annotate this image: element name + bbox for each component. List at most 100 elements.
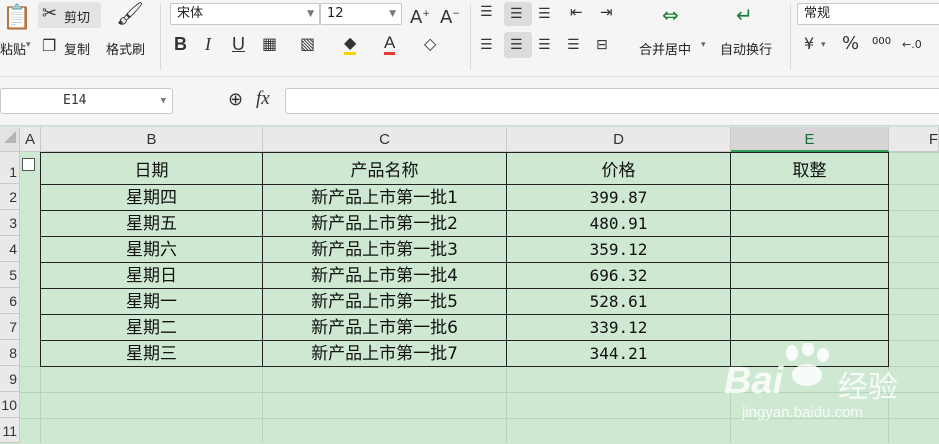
select-all-triangle-icon	[4, 131, 16, 143]
row-header[interactable]: 6	[0, 288, 20, 314]
data-cell[interactable]: 星期一	[41, 289, 262, 315]
name-box[interactable]: E14 ▼	[0, 88, 173, 114]
format-painter-icon[interactable]: 🖌	[116, 4, 144, 26]
data-cell[interactable]: 星期五	[41, 211, 262, 237]
data-cell[interactable]: 新产品上市第一批7	[263, 341, 506, 367]
thousands-separator-icon[interactable]: 000	[872, 36, 891, 47]
column-header-f[interactable]: F	[889, 127, 939, 152]
header-cell-date[interactable]: 日期	[41, 158, 262, 184]
data-cell[interactable]: 359.12	[507, 237, 730, 263]
column-header-c[interactable]: C	[263, 127, 507, 152]
merge-dropdown-icon[interactable]: ▾	[701, 40, 706, 50]
merge-cells-icon[interactable]: ⇔	[662, 5, 679, 25]
fill-pattern-icon[interactable]: ▧	[300, 35, 315, 53]
data-cell[interactable]: 339.12	[507, 315, 730, 341]
data-cell[interactable]: 星期三	[41, 341, 262, 367]
copy-button[interactable]: 复制	[64, 39, 90, 58]
data-cell[interactable]: 新产品上市第一批5	[263, 289, 506, 315]
cut-label: 剪切	[64, 11, 91, 26]
bold-icon[interactable]: B	[174, 35, 187, 53]
gridline	[888, 340, 939, 341]
row-header[interactable]: 8	[0, 340, 20, 366]
wrap-text-icon[interactable]: ↵	[736, 5, 753, 25]
header-cell-price[interactable]: 价格	[507, 158, 730, 184]
font-size-value: 12	[327, 6, 344, 21]
row-header[interactable]: 3	[0, 210, 20, 236]
gridline	[888, 210, 939, 211]
column-header-b[interactable]: B	[41, 127, 263, 152]
data-cell[interactable]: 新产品上市第一批6	[263, 315, 506, 341]
data-cell[interactable]: 696.32	[507, 263, 730, 289]
paste-dropdown-icon[interactable]: ▾	[26, 40, 31, 50]
decrease-font-icon[interactable]: A−	[440, 5, 460, 27]
data-cell[interactable]: 新产品上市第一批4	[263, 263, 506, 289]
data-cell[interactable]: 星期日	[41, 263, 262, 289]
row-header[interactable]: 5	[0, 262, 20, 288]
align-bottom-icon[interactable]: ☰	[538, 5, 551, 23]
row-header[interactable]: 7	[0, 314, 20, 340]
formula-input[interactable]	[285, 88, 939, 114]
italic-icon[interactable]: I	[205, 35, 211, 53]
chevron-down-icon: ▼	[389, 9, 396, 19]
data-cell[interactable]: 新产品上市第一批1	[263, 185, 506, 211]
align-center-icon: ☰	[510, 37, 523, 53]
header-cell-round[interactable]: 取整	[731, 158, 888, 184]
align-right-icon[interactable]: ☰	[538, 36, 551, 54]
indent-increase-icon[interactable]: ⇥	[600, 3, 613, 21]
increase-font-icon[interactable]: A+	[410, 5, 430, 27]
font-size-select[interactable]: 12 ▼	[320, 3, 402, 25]
wrap-text-button[interactable]: 自动换行	[720, 39, 772, 58]
format-painter-button[interactable]: 格式刷	[106, 39, 145, 58]
row-header[interactable]: 10	[0, 392, 20, 418]
gridline	[888, 236, 939, 237]
clear-format-icon[interactable]: ◇	[424, 35, 436, 53]
merge-center-button[interactable]: 合并居中	[639, 39, 691, 58]
data-cell[interactable]: 528.61	[507, 289, 730, 315]
table-border	[888, 152, 889, 367]
number-format-value: 常规	[804, 6, 831, 21]
justify-icon[interactable]: ☰	[567, 36, 580, 54]
data-cell[interactable]: 星期二	[41, 315, 262, 341]
header-cell-product[interactable]: 产品名称	[263, 158, 506, 184]
ribbon-toolbar: 📋 粘贴 ▾ ✂ 剪切 ❐ 复制 🖌 格式刷 宋体 ▼ 12 ▼ A+ A− B…	[0, 0, 939, 77]
row-header[interactable]: 9	[0, 366, 20, 392]
data-cell[interactable]: 399.87	[507, 185, 730, 211]
row-header[interactable]: 11	[0, 418, 20, 443]
font-color-icon[interactable]: A	[384, 34, 396, 55]
row-header[interactable]: 2	[0, 184, 20, 210]
currency-dropdown-icon[interactable]: ▾	[821, 40, 826, 50]
indent-decrease-icon[interactable]: ⇤	[570, 3, 583, 21]
divider	[470, 4, 471, 70]
column-header-e[interactable]: E	[731, 127, 889, 152]
copy-icon[interactable]: ❐	[42, 37, 56, 55]
row-header[interactable]: 1	[0, 152, 20, 184]
data-cell[interactable]: 新产品上市第一批2	[263, 211, 506, 237]
increase-decimal-icon[interactable]: ←.0	[902, 36, 922, 54]
column-header-d[interactable]: D	[507, 127, 731, 152]
currency-icon[interactable]: ¥	[804, 35, 814, 53]
row-header[interactable]: 4	[0, 236, 20, 262]
table-border	[730, 152, 731, 367]
gridline	[888, 184, 939, 185]
underline-icon[interactable]: U	[232, 35, 245, 53]
fx-icon[interactable]: fx	[256, 89, 270, 108]
align-left-icon[interactable]: ☰	[480, 36, 493, 54]
paste-button[interactable]: 粘贴	[0, 39, 26, 58]
percent-icon[interactable]: %	[842, 35, 859, 53]
zoom-icon[interactable]: ⊕	[228, 91, 243, 109]
data-cell[interactable]: 星期四	[41, 185, 262, 211]
font-name-select[interactable]: 宋体 ▼	[170, 3, 320, 25]
distributed-icon[interactable]: ⊟	[596, 36, 608, 54]
data-cell[interactable]: 480.91	[507, 211, 730, 237]
data-cell[interactable]: 星期六	[41, 237, 262, 263]
column-header-a[interactable]: A	[20, 127, 41, 152]
gridline	[506, 366, 507, 443]
fill-color-icon[interactable]: ◆	[344, 34, 357, 55]
row-checkbox[interactable]	[22, 158, 35, 171]
border-icon[interactable]: ▦	[262, 35, 277, 53]
align-top-icon[interactable]: ☰	[480, 3, 493, 21]
number-format-select[interactable]: 常规	[797, 3, 939, 25]
data-cell[interactable]: 新产品上市第一批3	[263, 237, 506, 263]
paste-icon[interactable]: 📋	[2, 5, 32, 29]
data-cell[interactable]: 344.21	[507, 341, 730, 367]
